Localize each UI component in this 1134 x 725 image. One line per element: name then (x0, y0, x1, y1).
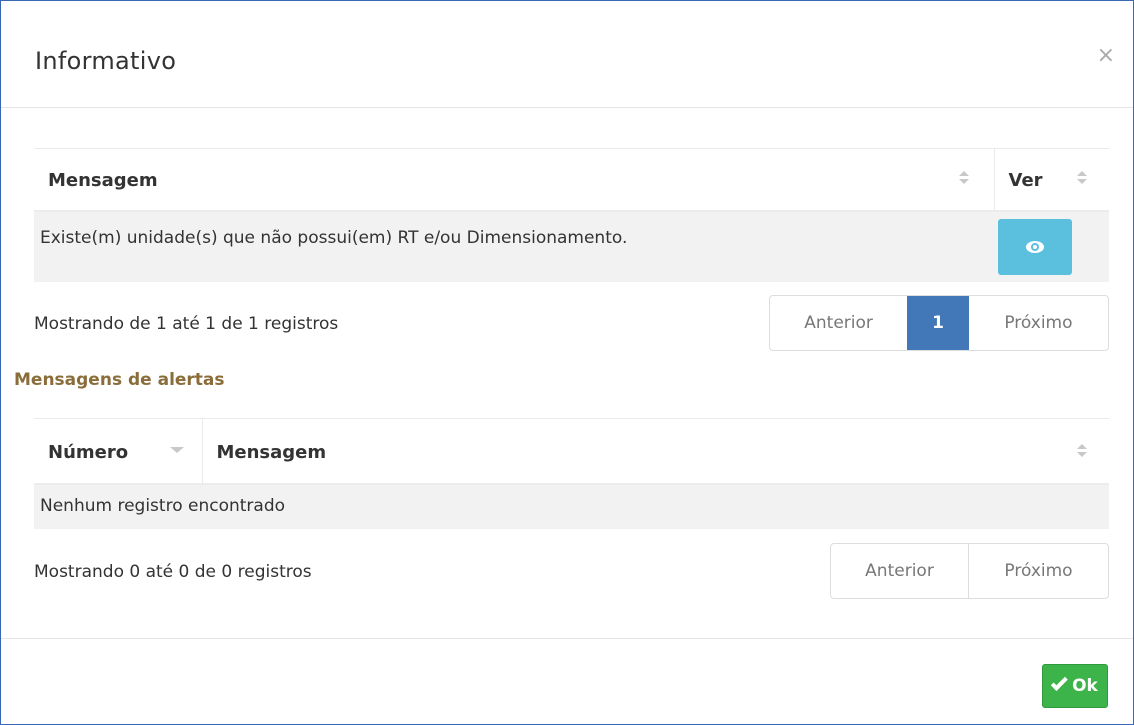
modal-title: Informativo (35, 47, 177, 75)
sort-icon (1076, 442, 1088, 462)
column-header-label: Mensagem (48, 170, 158, 191)
sort-desc-icon (169, 447, 184, 455)
sort-icon (958, 169, 970, 189)
modal-footer: Ok (1, 638, 1133, 725)
pagination-page-1[interactable]: 1 (907, 296, 969, 350)
messages-table: Mensagem Ver Existe(m) unidade(s) que nã… (34, 148, 1109, 282)
messages-table-info: Mostrando de 1 até 1 de 1 registros (34, 314, 339, 334)
message-cell: Existe(m) unidade(s) que não possui(em) … (34, 211, 994, 282)
pagination-previous-button[interactable]: Anterior (770, 296, 907, 350)
pagination-next-button[interactable]: Próximo (969, 296, 1108, 350)
alerts-section-title: Mensagens de alertas (14, 370, 225, 390)
sort-icon (1076, 169, 1088, 189)
view-button[interactable] (998, 218, 1072, 275)
table-row: Nenhum registro encontrado (34, 483, 1109, 529)
messages-table-header: Mensagem Ver (34, 148, 1109, 212)
alerts-table: Número Mensagem Nenhum registro encontra… (34, 418, 1109, 529)
ok-button-label: Ok (1072, 676, 1098, 696)
column-header-mensagem[interactable]: Mensagem (201, 418, 1109, 485)
column-header-mensagem[interactable]: Mensagem (34, 148, 994, 212)
informativo-modal: Informativo × Mensagem Ver Existe(m) uni… (0, 0, 1134, 725)
table-row: Existe(m) unidade(s) que não possui(em) … (34, 210, 1109, 282)
column-header-label: Mensagem (216, 442, 327, 463)
alerts-table-header: Número Mensagem (34, 418, 1109, 485)
alerts-pagination: Anterior Próximo (830, 543, 1109, 599)
messages-pagination: Anterior 1 Próximo (769, 295, 1109, 351)
eye-highlight (1033, 244, 1037, 249)
empty-table-cell: Nenhum registro encontrado (34, 484, 1109, 529)
ok-button[interactable]: Ok (1042, 664, 1108, 708)
pagination-previous-button[interactable]: Anterior (831, 544, 968, 598)
alerts-table-info: Mostrando 0 até 0 de 0 registros (34, 562, 312, 582)
column-header-numero[interactable]: Número (34, 418, 202, 485)
column-header-ver[interactable]: Ver (993, 148, 1109, 212)
column-header-label: Ver (1008, 170, 1043, 191)
close-icon[interactable]: × (1097, 45, 1115, 67)
view-cell (994, 211, 1109, 282)
check-icon (1050, 673, 1068, 691)
empty-table-text: Nenhum registro encontrado (40, 495, 286, 516)
column-header-label: Número (48, 442, 129, 463)
modal-header: Informativo × (1, 1, 1133, 108)
pagination-next-button[interactable]: Próximo (968, 544, 1108, 598)
message-text: Existe(m) unidade(s) que não possui(em) … (40, 227, 628, 248)
